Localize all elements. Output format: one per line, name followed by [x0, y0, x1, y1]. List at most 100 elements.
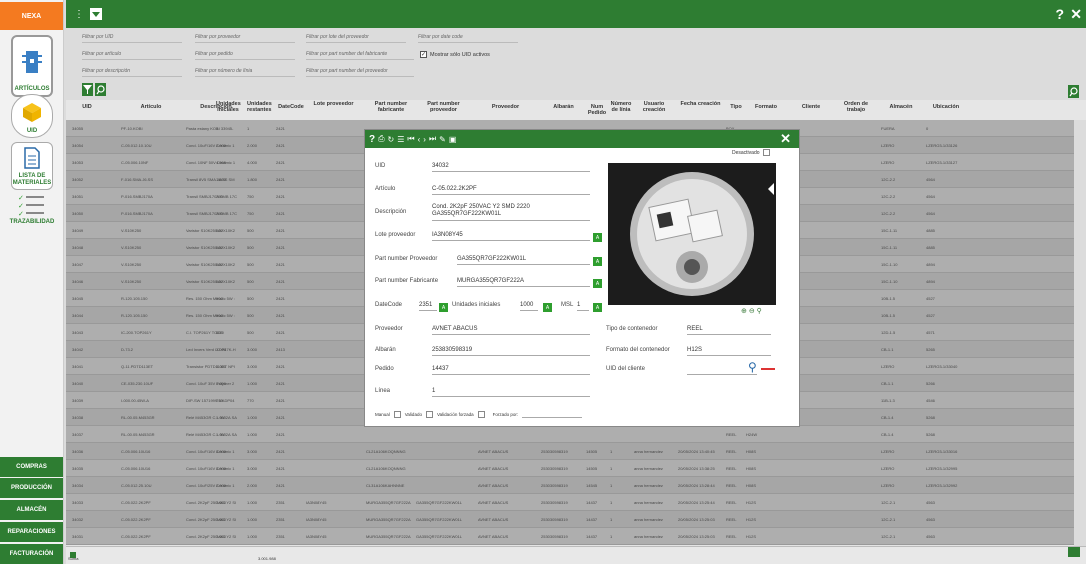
- msl-field[interactable]: 1: [577, 302, 589, 311]
- pnprov-field[interactable]: GA355QR7GF222KW01L: [457, 256, 590, 265]
- linea-field[interactable]: 1: [432, 388, 590, 397]
- validado-label: Validado: [404, 412, 422, 417]
- print-icon[interactable]: ⎙: [378, 134, 384, 144]
- desactivado-toggle[interactable]: Desactivado: [732, 149, 770, 156]
- datecode-field[interactable]: 2351: [419, 302, 437, 311]
- column-header[interactable]: Almacén: [881, 104, 921, 110]
- search-icon[interactable]: ⚲: [748, 360, 757, 374]
- msl-action-button[interactable]: A: [593, 303, 602, 312]
- first-icon[interactable]: ⏮: [407, 134, 414, 144]
- sidebar-item-lista-materiales[interactable]: LISTA DE MATERIALES: [11, 142, 53, 190]
- modal-close-icon[interactable]: ✕: [780, 131, 791, 147]
- refresh-icon[interactable]: ↻: [388, 135, 395, 144]
- lote-action-button[interactable]: A: [593, 233, 602, 242]
- validado-checkbox[interactable]: [425, 411, 433, 418]
- sidebar-facturacion[interactable]: FACTURACIÓN: [0, 544, 63, 564]
- column-header[interactable]: Num Pedido: [586, 104, 608, 116]
- datecode-action-button[interactable]: A: [439, 303, 448, 312]
- uinic-action-button[interactable]: A: [543, 303, 552, 312]
- column-header[interactable]: DateCode: [276, 104, 306, 110]
- column-header[interactable]: Número de línia: [610, 101, 632, 113]
- column-header[interactable]: UID: [72, 104, 102, 110]
- filter-linea[interactable]: Filtrar por número de línia: [195, 68, 295, 77]
- sidebar-item-articulos[interactable]: ARTÍCULOS: [11, 35, 53, 97]
- sidebar-item-uid[interactable]: UID: [11, 94, 53, 138]
- search-icon[interactable]: [95, 83, 106, 96]
- save-icon[interactable]: ▣: [449, 135, 457, 144]
- column-header[interactable]: Part number proveedor: [416, 101, 471, 113]
- forzada-checkbox[interactable]: [477, 411, 485, 418]
- column-header[interactable]: Tipo: [726, 104, 746, 110]
- remove-icon[interactable]: [761, 368, 775, 370]
- filter-pedido[interactable]: Filtrar por pedido: [195, 51, 295, 60]
- next-icon[interactable]: ›: [423, 135, 426, 144]
- column-header[interactable]: Usuario creación: [634, 101, 674, 113]
- column-header[interactable]: Proveedor: [478, 104, 533, 110]
- albaran-field[interactable]: 253830598319: [432, 347, 590, 356]
- sidebar-compras[interactable]: COMPRAS: [0, 457, 63, 477]
- column-header[interactable]: Lote proveedor: [306, 101, 361, 107]
- validation-row: Manual Validado Validación forzada Forza…: [375, 411, 583, 418]
- list-icon[interactable]: ☰: [397, 135, 404, 144]
- filter-lote[interactable]: Filtrar por lote del proveedor: [306, 34, 406, 43]
- magnify-icon[interactable]: ⚲: [757, 308, 762, 315]
- column-header[interactable]: Albarán: [541, 104, 586, 110]
- forzado-field[interactable]: [522, 412, 583, 418]
- column-header[interactable]: Orden de trabajo: [836, 101, 876, 113]
- proveedor-field[interactable]: AVNET ABACUS: [432, 326, 590, 335]
- pnfab-field[interactable]: MURGA355QR7GF222A: [457, 278, 590, 287]
- sidebar-produccion[interactable]: PRODUCCIÓN: [0, 478, 63, 498]
- uinic-field[interactable]: 1000: [520, 302, 538, 311]
- column-header[interactable]: Ubicación: [926, 104, 966, 110]
- prev-icon[interactable]: ‹: [418, 135, 421, 144]
- filter-uid[interactable]: Filtrar por UID: [82, 34, 182, 43]
- column-header[interactable]: Unidades restantes: [247, 101, 272, 113]
- sidebar-reparaciones[interactable]: REPARACIONES: [0, 522, 63, 542]
- collapse-icon[interactable]: [90, 8, 102, 20]
- sidebar-item-trazabilidad[interactable]: ✓ ✓ ✓ TRAZABILIDAD: [10, 194, 55, 228]
- filter-pn-proveedor[interactable]: Filtrar por part number del proveedor: [306, 68, 414, 77]
- checkbox-icon[interactable]: ✓: [420, 51, 427, 58]
- tipo-field[interactable]: REEL: [687, 326, 771, 335]
- column-header[interactable]: Formato: [746, 104, 786, 110]
- descripcion-field[interactable]: Cond. 2K2pF 250VAC Y2 SMD 2220 GA355QR7G…: [432, 204, 590, 221]
- filter-datecode[interactable]: Filtrar por date code: [418, 34, 518, 43]
- checkbox-icon[interactable]: [762, 149, 770, 156]
- column-header[interactable]: Cliente: [791, 104, 831, 110]
- filter-descripcion[interactable]: Filtrar por descripción: [82, 68, 182, 77]
- svg-text:✓: ✓: [18, 195, 24, 202]
- zoom-out-icon[interactable]: ⊖: [749, 308, 755, 315]
- column-header[interactable]: Fecha creación: [678, 101, 723, 107]
- tipo-label: Tipo de contenedor: [606, 326, 658, 332]
- column-header[interactable]: Unidades Iniciales: [216, 101, 241, 113]
- filter-icon[interactable]: [82, 83, 93, 96]
- manual-checkbox[interactable]: [393, 411, 401, 418]
- pnprov-action-button[interactable]: A: [593, 257, 602, 266]
- search-right-icon[interactable]: [1068, 85, 1079, 98]
- mostrar-activos[interactable]: ✓ Mostrar sólo UID activos: [420, 51, 490, 58]
- articulo-field[interactable]: C-05.022.2K2PF: [432, 186, 590, 195]
- edit-icon[interactable]: ✎: [439, 135, 446, 144]
- zoom-in-icon[interactable]: ⊕: [741, 308, 747, 315]
- filter-proveedor[interactable]: Filtrar por proveedor: [195, 34, 295, 43]
- formato-field[interactable]: H12S: [687, 347, 771, 356]
- pnfab-action-button[interactable]: A: [593, 279, 602, 288]
- last-icon[interactable]: ⏭: [429, 134, 436, 144]
- document-icon: [23, 143, 41, 173]
- filter-articulo[interactable]: Filtrar por artículo: [82, 51, 182, 60]
- help-icon[interactable]: ?: [1055, 6, 1064, 22]
- column-header[interactable]: Artículo: [121, 104, 181, 110]
- pedido-field[interactable]: 14437: [432, 366, 590, 375]
- filter-pn-fabricante[interactable]: Filtrar por part number del fabricante: [306, 51, 414, 60]
- close-icon[interactable]: ✕: [1070, 6, 1082, 23]
- menu-dots-icon[interactable]: ⋮: [74, 9, 84, 20]
- lote-field[interactable]: IA3N08Y45: [432, 232, 590, 241]
- datecode-label: DateCode: [375, 302, 403, 308]
- scroll-right-icon[interactable]: [1068, 547, 1080, 557]
- column-header[interactable]: Part number fabricante: [366, 101, 416, 113]
- uid-field[interactable]: 34032: [432, 163, 590, 172]
- sidebar-almacen[interactable]: ALMACÉN: [0, 500, 63, 520]
- manual-label: Manual: [375, 412, 390, 417]
- uidcli-field[interactable]: [687, 366, 757, 375]
- help-icon[interactable]: ?: [369, 134, 375, 145]
